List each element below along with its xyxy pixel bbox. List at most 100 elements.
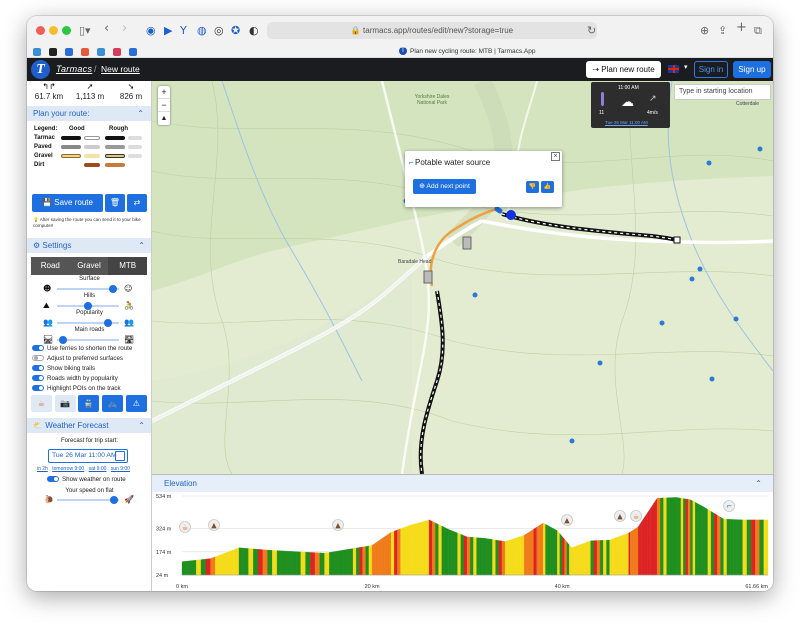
toggle-switch[interactable] [32,355,44,362]
breadcrumb-new-route[interactable]: New route [101,64,140,74]
elevation-segment [550,526,553,576]
bookmark-icon[interactable] [129,48,137,56]
elevation-chart[interactable]: 534 m 324 m 174 m 24 m 0 km 20 km 40 km 61.66 k… [152,492,773,591]
extension-icon[interactable]: ◉ [146,24,156,38]
close-icon[interactable]: × [551,152,560,161]
chevron-up-icon[interactable]: ⌃ [137,106,144,121]
camera-poi-button[interactable]: 📷 [54,395,76,412]
zoom-in-button[interactable]: + [158,86,170,99]
speed-slider-knob[interactable] [110,496,119,504]
bookmark-icon[interactable] [81,48,89,56]
extension-icon[interactable]: ✪ [231,24,240,38]
delete-route-button[interactable]: 🗑 [105,194,125,212]
tabs-overview-icon[interactable]: ⧉ [754,24,762,38]
toggle-switch[interactable] [32,385,44,392]
shield-icon[interactable]: ◐ [249,24,259,38]
slider-knob[interactable] [59,336,68,344]
weather-section-header[interactable]: ⛅ Weather Forecast ⌃ [27,418,151,433]
chevron-up-icon[interactable]: ⌃ [138,418,145,433]
elevation-segment [368,545,373,576]
plan-new-route-button[interactable]: ⇢ Plan new route [586,61,661,78]
slider-knob[interactable] [108,285,117,293]
extension-icon[interactable]: ◎ [214,24,224,38]
calendar-icon[interactable] [115,451,125,461]
mode-mtb[interactable]: MTB [108,257,147,275]
toggle-row[interactable]: Use ferries to shorten the route [32,345,132,352]
toggle-switch[interactable] [32,375,44,382]
start-location-input[interactable]: Type in starting location [674,84,771,100]
slider-knob[interactable] [103,319,112,327]
elevation-segment [291,551,297,576]
elevation-segment [310,552,316,576]
bookmark-icon[interactable] [113,48,121,56]
reload-icon[interactable]: ↻ [587,24,596,38]
thumbs-up-button[interactable]: 👍 [541,181,554,193]
tarmacs-logo[interactable]: T [31,60,50,79]
map-canvas[interactable] [152,81,773,474]
toggle-row[interactable]: Adjust to preferred surfaces [32,355,123,362]
zoom-out-button[interactable]: − [158,99,170,112]
settings-section-header[interactable]: ⚙ Settings ⌃ [27,238,151,253]
quick-link-tomorrow[interactable]: tomorrow 9:00 [52,466,84,472]
chevron-down-icon[interactable]: ▾ [684,63,688,71]
chevron-up-icon[interactable]: ⌃ [755,475,762,492]
quick-link-in-2h[interactable]: in 2h [37,466,48,472]
new-tab-icon[interactable]: + [736,21,747,35]
bookmark-icon[interactable] [65,48,73,56]
toggle-switch[interactable] [32,345,44,352]
elevation-segment [634,527,637,576]
close-window-button[interactable] [36,26,45,35]
add-next-point-button[interactable]: ⊕ Add next point [413,179,476,194]
slider-knob[interactable] [84,302,92,310]
show-weather-toggle[interactable] [47,476,59,483]
extension-icon[interactable]: ▶ [164,24,172,38]
sign-up-button[interactable]: Sign up [733,61,771,78]
bike-shop-poi-button[interactable]: 🚲 [102,395,124,412]
show-weather-toggle-row[interactable]: Show weather on route [47,476,126,483]
zoom-window-button[interactable] [62,26,71,35]
plan-section-header[interactable]: Plan your route: ⌃ [27,106,151,121]
train-poi-button[interactable]: 🚆 [78,395,100,412]
elevation-header[interactable]: Elevation ⌃ [152,475,773,492]
github-icon[interactable] [49,48,57,56]
toggle-switch[interactable] [32,365,44,372]
toggle-row[interactable]: Roads width by popularity [32,375,118,382]
forward-icon[interactable]: › [122,22,127,36]
weather-widget[interactable]: 11:00 AM ☁ ↗ 11 4m/s Tue 26 Mar 11:00 AM [591,82,670,128]
address-bar[interactable]: 🔒 tarmacs.app/routes/edit/new?storage=tr… [267,22,597,39]
warning-poi-button[interactable]: ⚠ [125,395,147,412]
tab-title[interactable]: T Plan new cycling route: MTB | Tarmacs.A… [399,47,535,57]
map-view[interactable]: + − ▲ Yorkshire Dales National Park Bara… [152,81,773,474]
trip-date-input[interactable]: Tue 26 Mar 11:00 AM [48,449,128,463]
minimize-window-button[interactable] [49,26,58,35]
uk-flag-icon[interactable] [668,65,679,73]
chevron-up-icon[interactable]: ⌃ [138,238,145,253]
wind-icon: ↗ [649,93,657,103]
extension-icon[interactable]: ◍ [197,24,207,38]
toggle-row[interactable]: Show biking trails [32,365,95,372]
quick-link-sun[interactable]: sun 9:00 [111,466,130,472]
quick-link-sat[interactable]: sat 9:00 [89,466,107,472]
reverse-route-button[interactable]: ⇄ [127,194,147,212]
elevation-segment [633,528,636,576]
save-route-button[interactable]: 💾 Save route [32,194,103,212]
brand-link[interactable]: Tarmacs [56,64,92,74]
thumbs-down-button[interactable]: 👎 [526,181,539,193]
mode-road[interactable]: Road [31,257,70,275]
compass-button[interactable]: ▲ [158,112,170,125]
share-icon[interactable]: ⇪ [718,24,727,38]
bookmark-icon[interactable] [97,48,105,56]
back-icon[interactable]: ‹ [104,22,109,36]
toggle-row[interactable]: Highlight POIs on the track [32,385,121,392]
mode-gravel[interactable]: Gravel [69,257,109,275]
sidebar-toggle-icon[interactable]: ▯▾ [79,24,91,38]
extension-icon[interactable]: Y [180,24,187,38]
food-poi-icon-glyph: ☕ [633,513,639,521]
toggle-label: Use ferries to shorten the route [47,345,133,352]
download-icon[interactable]: ⊕ [700,24,709,38]
weather-date-link[interactable]: Tue 26 Mar 11:00 AM [605,120,648,125]
swatch [128,145,142,149]
bookmark-icon[interactable] [33,48,41,56]
sign-in-button[interactable]: Sign in [694,61,728,78]
food-poi-button[interactable]: ☕ [31,395,52,412]
